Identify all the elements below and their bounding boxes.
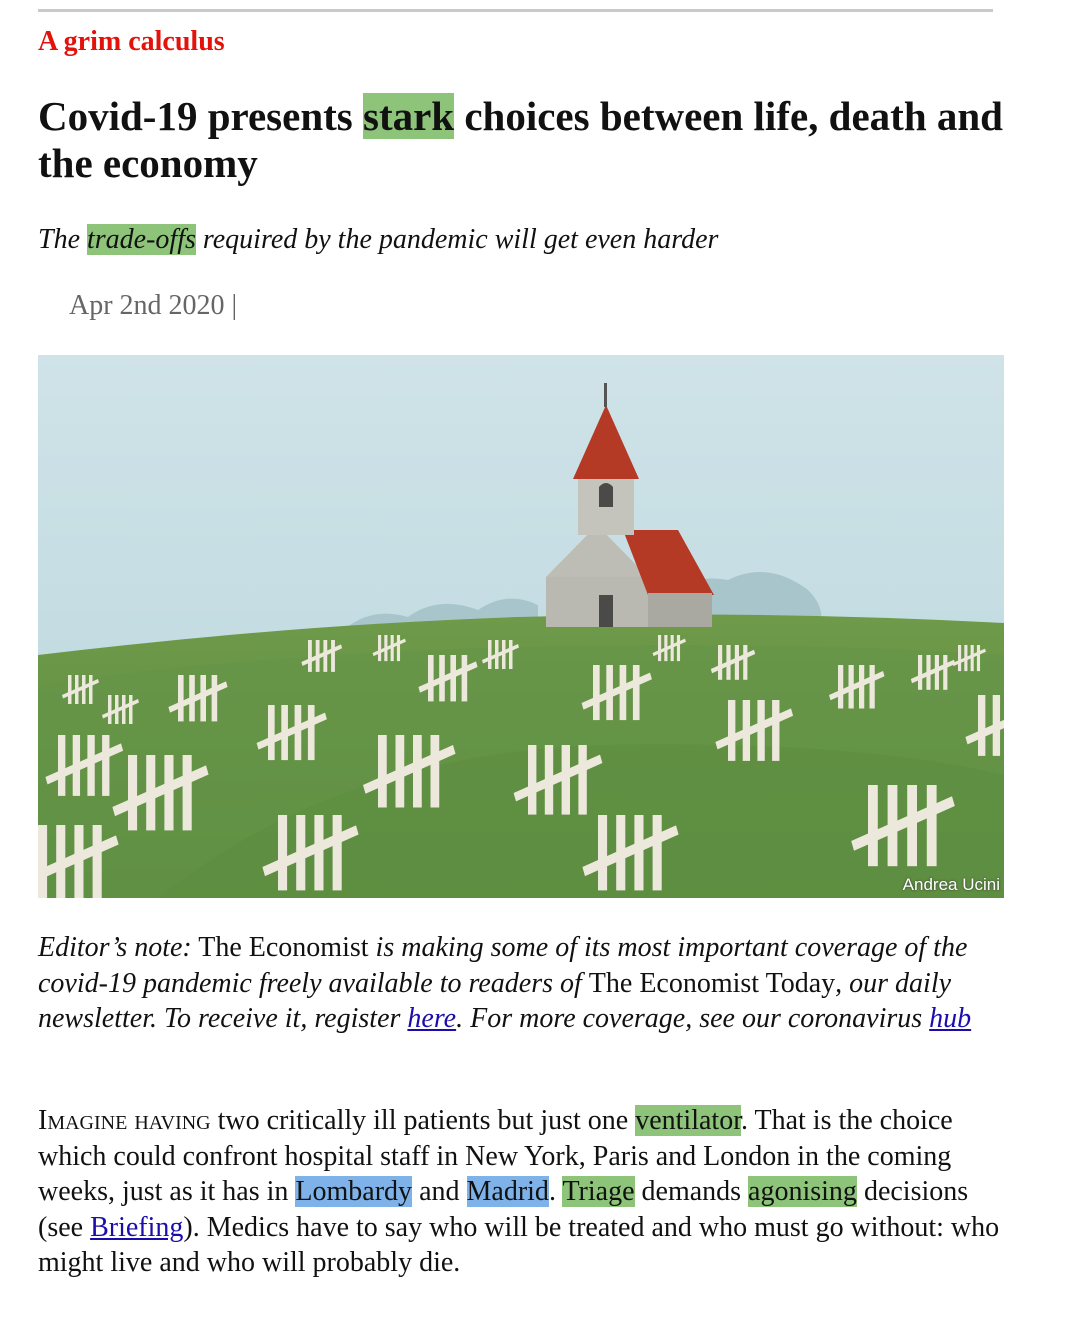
highlight-madrid: Madrid bbox=[466, 1176, 549, 1207]
body-text-7: ). Medics have to say who will be treate… bbox=[38, 1211, 1000, 1279]
standfirst-text-1: The bbox=[38, 224, 87, 255]
editors-note-publication: The Economist bbox=[191, 932, 376, 963]
highlight-lombardy: Lombardy bbox=[295, 1176, 413, 1207]
body-text-4: . bbox=[548, 1176, 563, 1207]
headline-highlight-stark: stark bbox=[362, 93, 455, 139]
register-here-link[interactable]: here bbox=[407, 1003, 456, 1034]
article-date: Apr 2nd 2020 | bbox=[69, 290, 238, 321]
editors-note-newsletter-name: The Economist Today bbox=[588, 967, 836, 999]
article-body-paragraph: Imagine having two critically ill patien… bbox=[38, 1103, 1008, 1281]
editors-note: Editor’s note: The Economist is making s… bbox=[38, 930, 1008, 1037]
editors-note-text-3: . For more coverage, see our coronavirus bbox=[456, 1003, 930, 1034]
standfirst-text-2: required by the pandemic will get even h… bbox=[195, 224, 719, 255]
lead-in-small-caps: Imagine having bbox=[38, 1105, 211, 1136]
body-text-3: and bbox=[412, 1176, 467, 1207]
article-headline: Covid-19 presents stark choices between … bbox=[38, 93, 1028, 187]
image-credit: Andrea Ucini bbox=[902, 875, 1000, 894]
highlight-ventilator: ventilator bbox=[635, 1105, 741, 1136]
headline-text-1: Covid-19 presents bbox=[38, 93, 363, 139]
standfirst-highlight-trade-offs: trade-offs bbox=[87, 224, 196, 255]
top-rule bbox=[38, 9, 993, 12]
coronavirus-hub-link[interactable]: hub bbox=[929, 1003, 971, 1034]
article-standfirst: The trade-offs required by the pandemic … bbox=[38, 222, 1028, 258]
body-text-1: two critically ill patients but just one bbox=[210, 1105, 636, 1136]
article-kicker: A grim calculus bbox=[38, 26, 225, 57]
church-graveyard-illustration bbox=[38, 355, 1004, 898]
editors-note-label: Editor’s note: bbox=[38, 932, 192, 963]
hero-illustration: Andrea Ucini bbox=[38, 355, 1004, 898]
briefing-link[interactable]: Briefing bbox=[90, 1212, 183, 1243]
highlight-triage: Triage bbox=[562, 1176, 635, 1207]
highlight-agonising: agonising bbox=[748, 1176, 857, 1207]
body-text-5: demands bbox=[634, 1176, 749, 1207]
